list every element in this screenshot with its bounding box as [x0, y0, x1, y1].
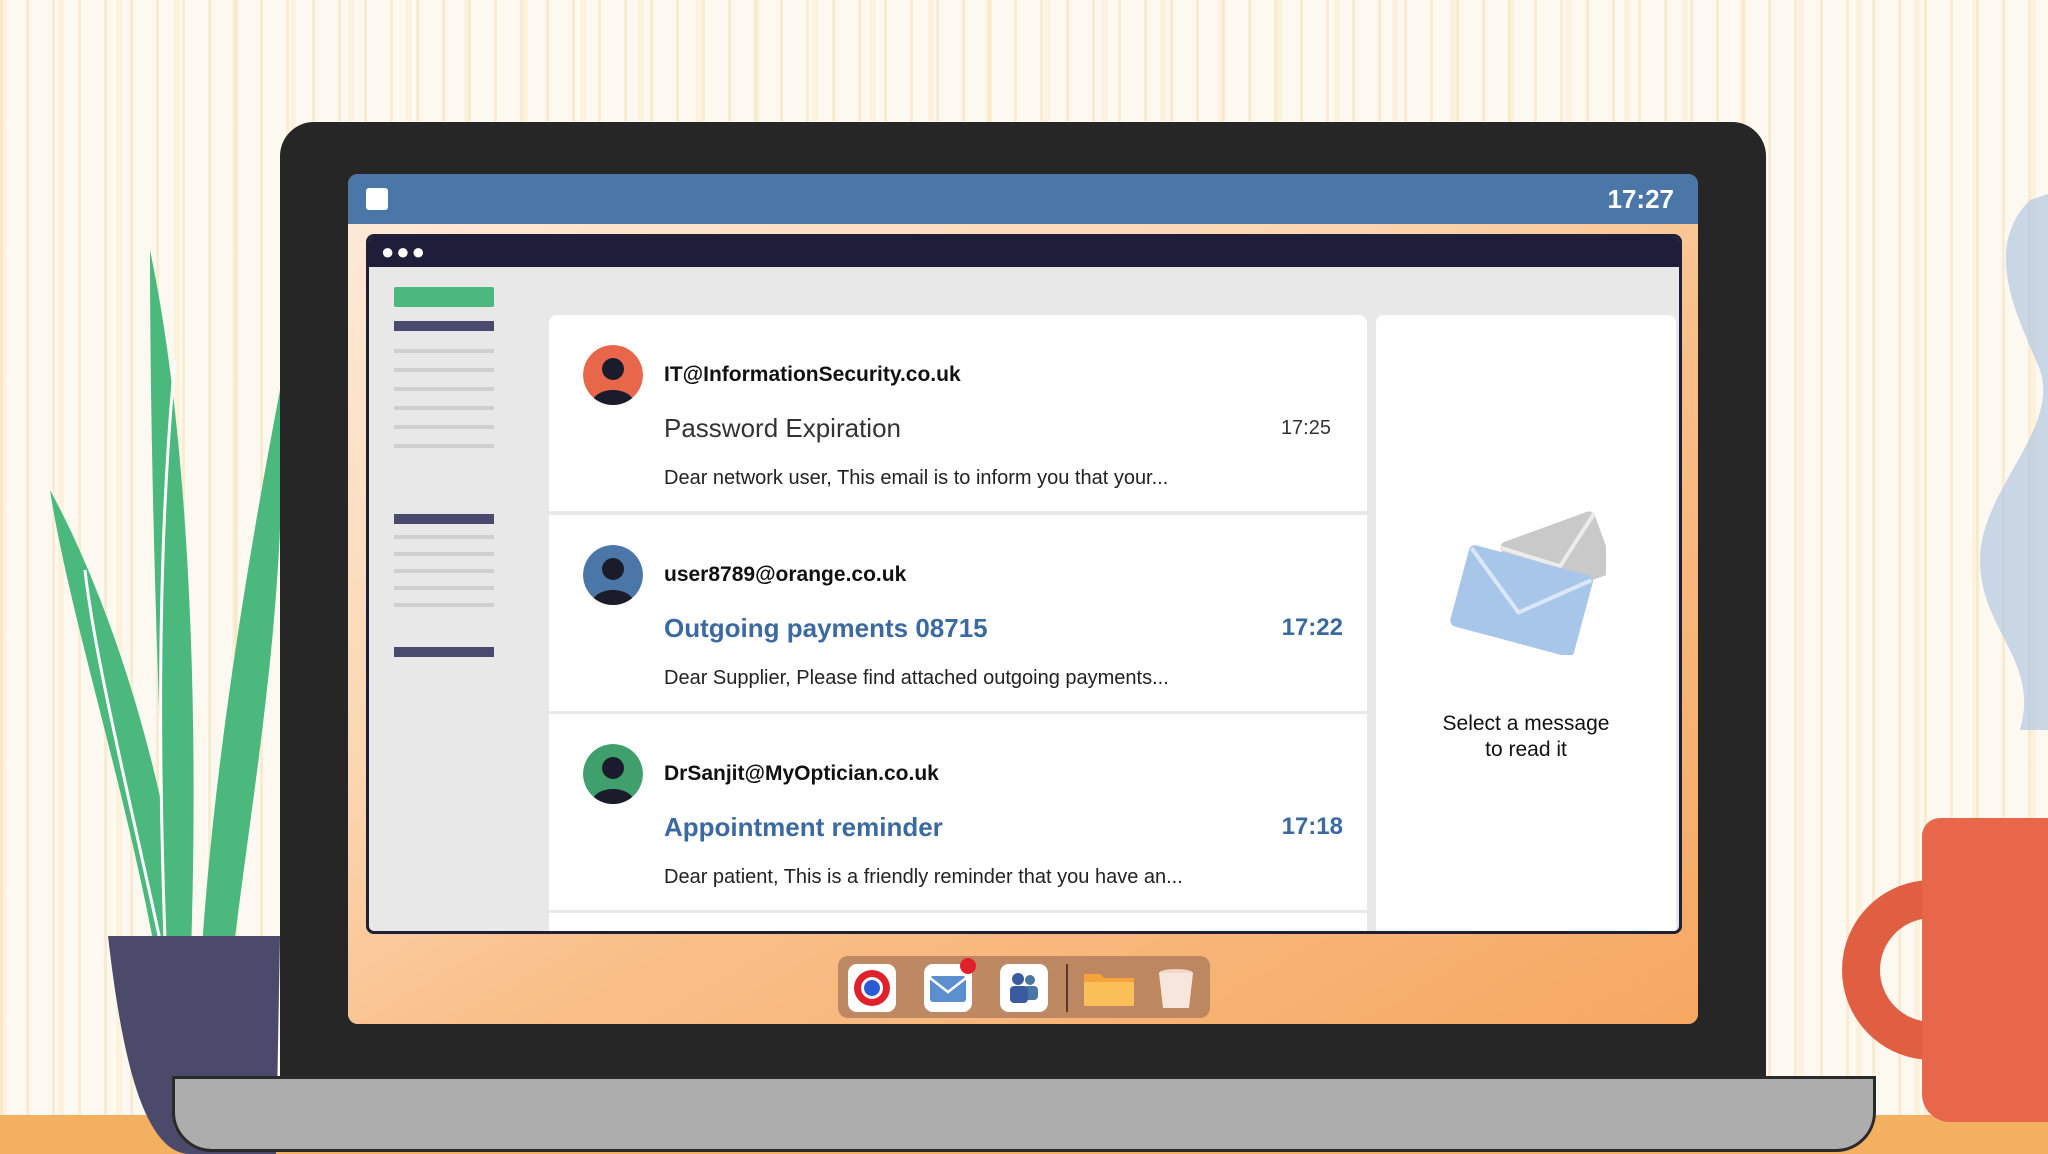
trash-icon[interactable] [1152, 964, 1200, 1012]
mail-icon[interactable] [924, 958, 976, 1012]
envelopes-icon [1450, 511, 1606, 655]
sender-avatar [583, 545, 643, 605]
email-sender: DrSanjit@MyOptician.co.uk [664, 762, 939, 785]
email-sender: user8789@orange.co.uk [664, 563, 907, 586]
email-subject: Outgoing payments 08715 [664, 613, 988, 643]
compose-button[interactable] [394, 287, 494, 307]
menu-bar: 17:27 [348, 174, 1698, 224]
email-preview: Dear Supplier, Please find attached outg… [664, 667, 1169, 689]
sidebar-section-header[interactable] [394, 647, 494, 657]
sidebar-item[interactable] [394, 387, 494, 391]
email-list-item[interactable]: user8789@orange.co.uk Outgoing payments … [549, 515, 1367, 711]
sidebar-item[interactable] [394, 349, 494, 353]
reading-pane: Select a message to read it [1376, 315, 1676, 931]
sidebar-item[interactable] [394, 368, 494, 372]
system-menu-icon[interactable] [366, 188, 388, 210]
notification-badge [960, 958, 976, 974]
sender-avatar [583, 345, 643, 405]
teams-icon[interactable] [1000, 964, 1048, 1012]
steam-illustration [1980, 194, 2048, 730]
email-time: 17:25 [1280, 417, 1331, 439]
email-sender: IT@InformationSecurity.co.uk [664, 363, 961, 386]
mail-app-window: ●●● IT@InformationSecurity.co.uk Passwor… [366, 234, 1682, 934]
mug [1922, 818, 2048, 1122]
email-time: 17:22 [1281, 614, 1343, 641]
email-list-item[interactable] [549, 913, 1367, 931]
empty-state-message: Select a message to read it [1376, 711, 1676, 763]
browser-icon[interactable] [848, 964, 896, 1012]
email-preview: Dear patient, This is a friendly reminde… [664, 866, 1183, 888]
email-subject: Password Expiration [664, 413, 901, 443]
window-controls-icon[interactable]: ●●● [381, 241, 427, 263]
sidebar-item[interactable] [394, 425, 494, 429]
empty-state-line: Select a message [1442, 712, 1610, 735]
laptop-screen: 17:27 ●●● IT@InformationSecurity.co.uk P… [348, 174, 1698, 1024]
sidebar-item[interactable] [394, 603, 494, 607]
email-preview: Dear network user, This email is to info… [664, 467, 1169, 489]
sender-avatar [583, 744, 643, 804]
email-list-item[interactable]: DrSanjit@MyOptician.co.uk Appointment re… [549, 714, 1367, 910]
folder-icon[interactable] [1082, 964, 1134, 1012]
laptop-base [172, 1076, 1876, 1152]
sidebar-item[interactable] [394, 535, 494, 539]
sidebar-item-inbox[interactable] [394, 321, 494, 331]
sidebar-item[interactable] [394, 444, 494, 448]
sidebar-item[interactable] [394, 569, 494, 573]
menu-bar-clock: 17:27 [1607, 184, 1675, 214]
sidebar-item[interactable] [394, 406, 494, 410]
window-titlebar: ●●● [369, 237, 1679, 267]
email-list: IT@InformationSecurity.co.uk Password Ex… [549, 315, 1367, 931]
sidebar-item[interactable] [394, 586, 494, 590]
empty-state-line: to read it [1485, 738, 1567, 761]
email-subject: Appointment reminder [664, 812, 943, 842]
sidebar-section-header[interactable] [394, 514, 494, 524]
plant-illustration [50, 250, 282, 1154]
dock [838, 956, 1210, 1018]
email-time: 17:18 [1281, 813, 1343, 840]
dock-divider [1066, 964, 1068, 1012]
email-list-item[interactable]: IT@InformationSecurity.co.uk Password Ex… [549, 315, 1367, 511]
sidebar-item[interactable] [394, 552, 494, 556]
